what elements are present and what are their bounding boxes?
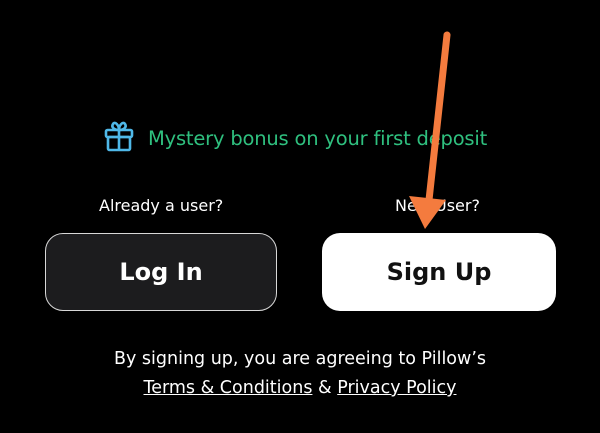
gift-icon [104, 120, 134, 156]
legal-text: By signing up, you are agreeing to Pillo… [113, 349, 487, 369]
promo-text: Mystery bonus on your first deposit [148, 126, 488, 150]
terms-link[interactable]: Terms & Conditions [144, 378, 313, 398]
login-prompt: Already a user? [99, 196, 224, 215]
promo-banner: Mystery bonus on your first deposit [104, 120, 487, 156]
privacy-link[interactable]: Privacy Policy [337, 378, 456, 398]
signup-prompt: New User? [395, 196, 480, 215]
legal-notice: By signing up, you are agreeing to Pillo… [0, 345, 600, 403]
login-button[interactable]: Log In [45, 233, 277, 311]
legal-joiner: & [312, 378, 338, 398]
signup-button[interactable]: Sign Up [322, 233, 556, 311]
